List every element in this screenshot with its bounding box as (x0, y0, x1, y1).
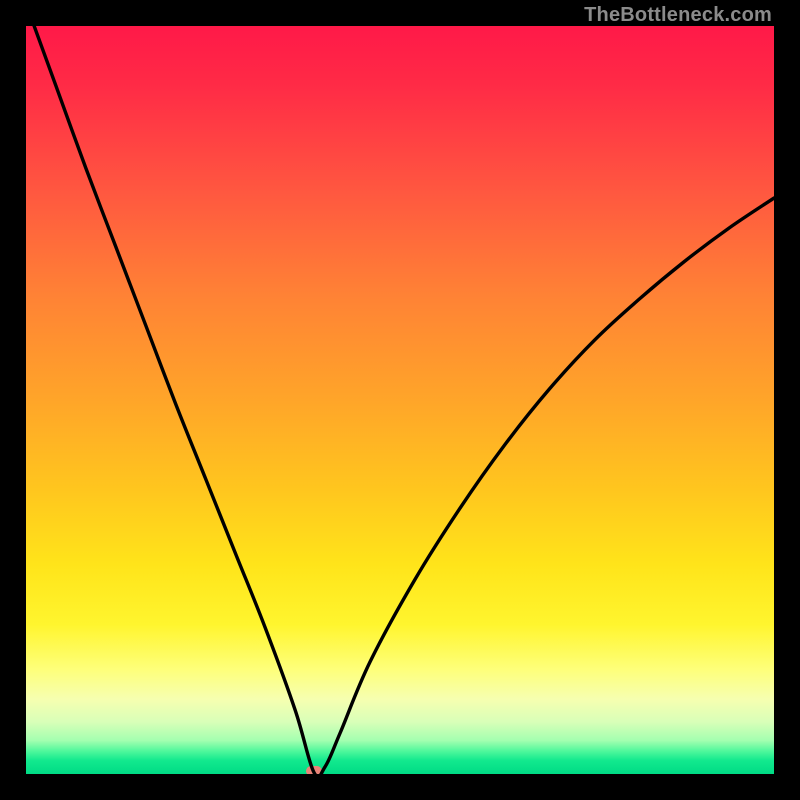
heat-gradient (26, 26, 774, 774)
optimum-marker (306, 766, 322, 774)
plot-area (26, 26, 774, 774)
chart-frame: TheBottleneck.com (0, 0, 800, 800)
watermark-text: TheBottleneck.com (584, 4, 772, 27)
